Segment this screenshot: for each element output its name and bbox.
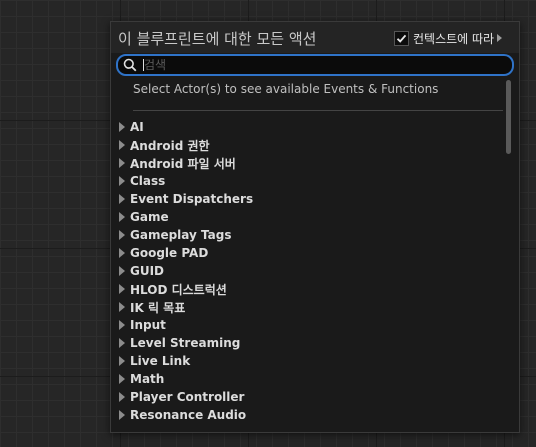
category-label: Class [130,174,166,188]
action-menu-title: 이 블루프린트에 대한 모든 액션 [118,30,317,48]
context-sensitive-toggle[interactable]: 컨텍스트에 따라 [394,30,503,46]
context-hint-text: Select Actor(s) to see available Events … [133,82,439,96]
category-item[interactable]: Event Dispatchers [111,190,505,208]
expand-arrow-icon[interactable] [119,212,125,222]
category-label: Level Streaming [130,336,241,350]
category-label: Input [130,318,166,332]
category-item[interactable]: Player Controller [111,388,505,406]
category-item[interactable]: AI [111,118,505,136]
expand-arrow-icon[interactable] [119,374,125,384]
category-item[interactable]: Google PAD [111,244,505,262]
category-item[interactable]: Android 파일 서버 [111,154,505,172]
category-label: Player Controller [130,390,245,404]
action-menu-panel: 이 블루프린트에 대한 모든 액션 컨텍스트에 따라 Select Actor(… [110,21,520,433]
expand-arrow-icon[interactable] [119,158,125,168]
expand-arrow-icon[interactable] [119,302,125,312]
category-label: Resonance Audio [130,408,247,422]
category-label: Math [130,372,165,386]
expand-arrow-icon[interactable] [119,266,125,276]
expand-arrow-icon[interactable] [119,248,125,258]
category-label: Android 파일 서버 [130,156,236,171]
expand-arrow-icon[interactable] [119,392,125,402]
expand-arrow-icon[interactable] [119,356,125,366]
expand-arrow-icon[interactable] [119,410,125,420]
context-sensitive-checkbox[interactable] [394,30,409,46]
category-item[interactable]: Android 권한 [111,136,505,154]
category-label: GUID [130,264,165,278]
category-item[interactable]: Game [111,208,505,226]
category-label: Google PAD [130,246,209,260]
divider [133,110,503,111]
category-label: IK 릭 목표 [130,300,186,315]
category-label: HLOD 디스트럭션 [130,282,227,297]
scrollbar-thumb[interactable] [506,80,511,154]
category-label: Live Link [130,354,191,368]
context-sensitive-label: 컨텍스트에 따라 [413,31,495,46]
category-item[interactable]: HLOD 디스트럭션 [111,280,505,298]
category-item[interactable]: Level Streaming [111,334,505,352]
search-icon [123,58,137,72]
category-item[interactable]: Live Link [111,352,505,370]
category-label: Gameplay Tags [130,228,232,242]
expand-arrow-icon[interactable] [119,230,125,240]
expand-arrow-icon[interactable] [119,284,125,294]
category-item[interactable]: Math [111,370,505,388]
action-menu-header: 이 블루프린트에 대한 모든 액션 컨텍스트에 따라 [111,22,519,53]
category-label: Game [130,210,169,224]
category-item[interactable]: Gameplay Tags [111,226,505,244]
expand-arrow-icon[interactable] [119,194,125,204]
search-box[interactable] [116,54,514,76]
expand-arrow-icon[interactable] [119,176,125,186]
category-label: Android 권한 [130,138,210,153]
expand-arrow-icon[interactable] [119,140,125,150]
category-item[interactable]: Class [111,172,505,190]
checkmark-icon [396,34,407,43]
chevron-right-icon[interactable] [497,34,503,42]
category-list: AI Android 권한 Android 파일 서버 Class Event Disp… [111,118,505,426]
category-item[interactable]: GUID [111,262,505,280]
expand-arrow-icon[interactable] [119,122,125,132]
expand-arrow-icon[interactable] [119,320,125,330]
category-item[interactable]: IK 릭 목표 [111,298,505,316]
category-label: AI [130,120,144,134]
expand-arrow-icon[interactable] [119,338,125,348]
category-item[interactable]: Resonance Audio [111,406,505,424]
search-input[interactable] [144,57,504,73]
category-label: Event Dispatchers [130,192,254,206]
category-item[interactable]: Input [111,316,505,334]
